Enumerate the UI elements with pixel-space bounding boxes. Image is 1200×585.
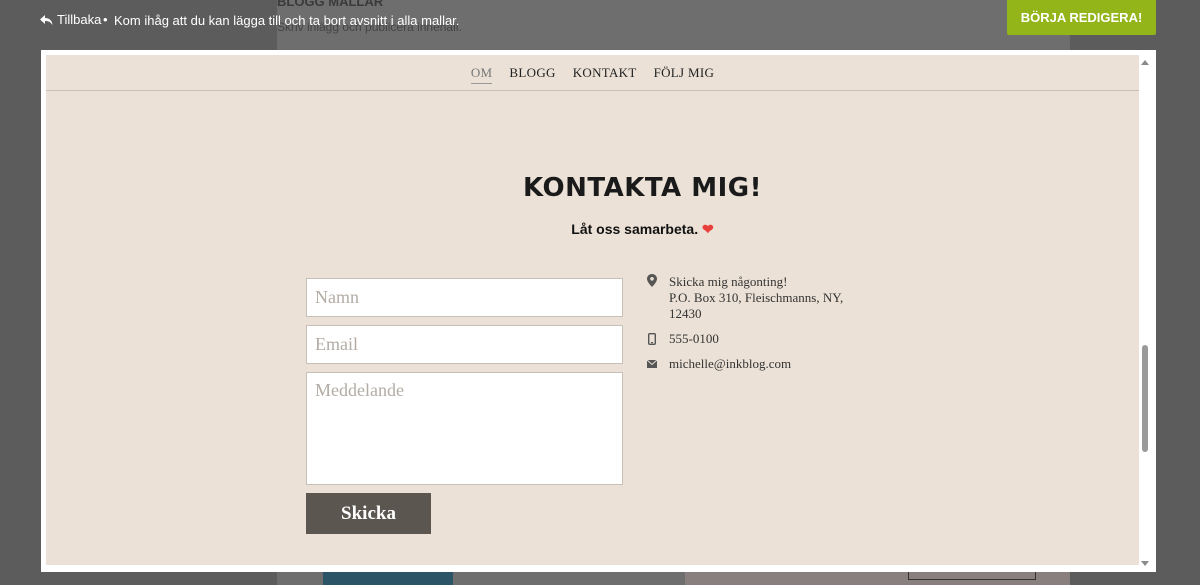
contact-heading: KONTAKTA MIG! [523,173,762,203]
hint-text: Kom ihåg att du kan lägga till och ta bo… [114,13,460,28]
reply-arrow-icon [40,14,53,26]
envelope-icon [646,356,659,370]
subheading-text: Låt oss samarbeta. [571,221,699,237]
phone-number: 555-0100 [669,331,719,346]
email-address[interactable]: michelle@inkblog.com [669,356,791,372]
start-editing-button[interactable]: BÖRJA REDIGERA! [1007,0,1156,35]
address-line: P.O. Box 310, Fleischmanns, NY, [669,290,844,305]
contact-subheading: Låt oss samarbeta. ❤ [46,221,1139,238]
preview-frame: OM BLOGG KONTAKT FÖLJ MIG KONTAKTA MIG! … [41,50,1156,572]
scroll-down-arrow-icon[interactable] [1140,555,1150,566]
email-input[interactable] [306,325,623,364]
scroll-up-arrow-icon[interactable] [1140,55,1150,65]
submit-button[interactable]: Skicka [306,493,431,534]
template-preview: OM BLOGG KONTAKT FÖLJ MIG KONTAKTA MIG! … [46,55,1139,565]
nav-item-blogg[interactable]: BLOGG [509,65,555,83]
address-line: 12430 [669,306,702,321]
background-thumbnail [323,571,453,585]
top-bar: Tillbaka • Kom ihåg att du kan lägga til… [0,0,1200,40]
name-input[interactable] [306,278,623,317]
nav-item-folj-mig[interactable]: FÖLJ MIG [654,65,715,83]
back-label: Tillbaka [57,12,102,27]
scrollbar-thumb[interactable] [1142,345,1148,452]
map-pin-icon [647,274,659,288]
site-nav: OM BLOGG KONTAKT FÖLJ MIG [46,55,1139,91]
nav-item-kontakt[interactable]: KONTAKT [573,65,637,83]
address-line: Skicka mig någonting! [669,274,788,289]
scrollbar[interactable] [1139,55,1151,566]
message-input[interactable] [306,372,623,485]
heart-icon: ❤ [702,221,714,237]
back-link[interactable]: Tillbaka [40,12,101,27]
nav-item-om[interactable]: OM [470,65,493,84]
separator: • [103,12,108,27]
phone-icon [647,331,659,346]
